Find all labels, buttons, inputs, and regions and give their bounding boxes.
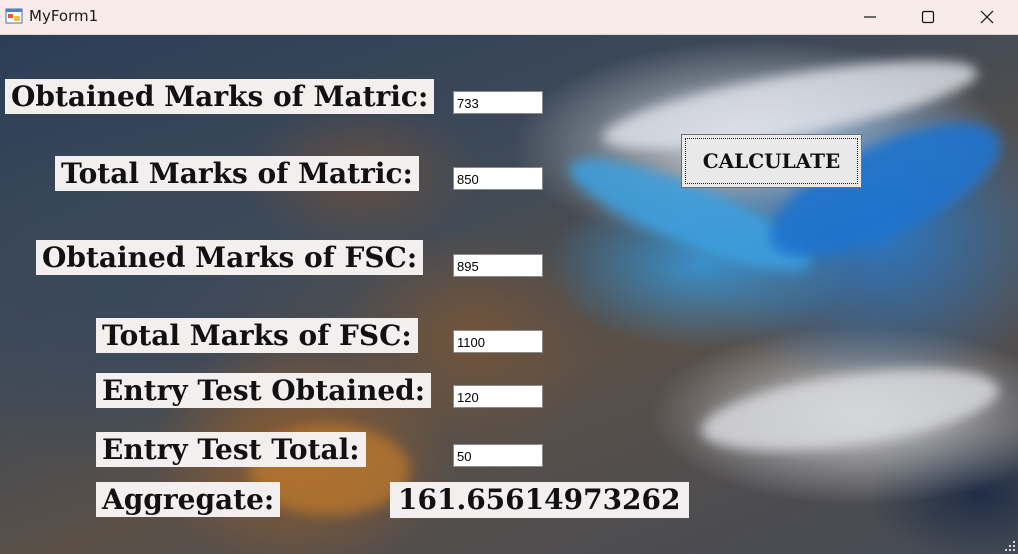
aggregate-result: 161.65614973262 xyxy=(390,482,689,518)
total-fsc-input[interactable] xyxy=(453,330,543,353)
obtained-matric-input[interactable] xyxy=(453,91,543,114)
total-matric-input[interactable] xyxy=(453,167,543,190)
label-total-fsc: Total Marks of FSC: xyxy=(96,318,418,353)
label-entry-test-obtained: Entry Test Obtained: xyxy=(96,373,432,408)
form-background: Obtained Marks of Matric: Total Marks of… xyxy=(0,35,1018,554)
resize-grip-icon[interactable] xyxy=(1004,540,1016,552)
entry-test-total-input[interactable] xyxy=(453,444,543,467)
obtained-fsc-input[interactable] xyxy=(453,254,543,277)
minimize-button[interactable] xyxy=(841,0,899,33)
app-icon xyxy=(5,8,23,24)
maximize-button[interactable] xyxy=(899,0,957,33)
calculate-button[interactable]: CALCULATE xyxy=(681,134,862,188)
close-icon xyxy=(980,10,994,23)
label-aggregate: Aggregate: xyxy=(96,482,281,517)
app-window: MyForm1 Obtained Marks of Matric: Total … xyxy=(0,0,1018,554)
close-button[interactable] xyxy=(958,0,1016,33)
title-bar[interactable]: MyForm1 xyxy=(0,0,1018,35)
entry-test-obtained-input[interactable] xyxy=(453,385,543,408)
label-entry-test-total: Entry Test Total: xyxy=(96,432,366,467)
background-streak xyxy=(696,354,1004,466)
label-obtained-matric: Obtained Marks of Matric: xyxy=(5,79,435,114)
minimize-icon xyxy=(864,15,876,18)
label-obtained-fsc: Obtained Marks of FSC: xyxy=(36,240,424,275)
maximize-icon xyxy=(921,10,935,23)
window-title: MyForm1 xyxy=(29,7,99,25)
label-total-matric: Total Marks of Matric: xyxy=(55,156,419,191)
